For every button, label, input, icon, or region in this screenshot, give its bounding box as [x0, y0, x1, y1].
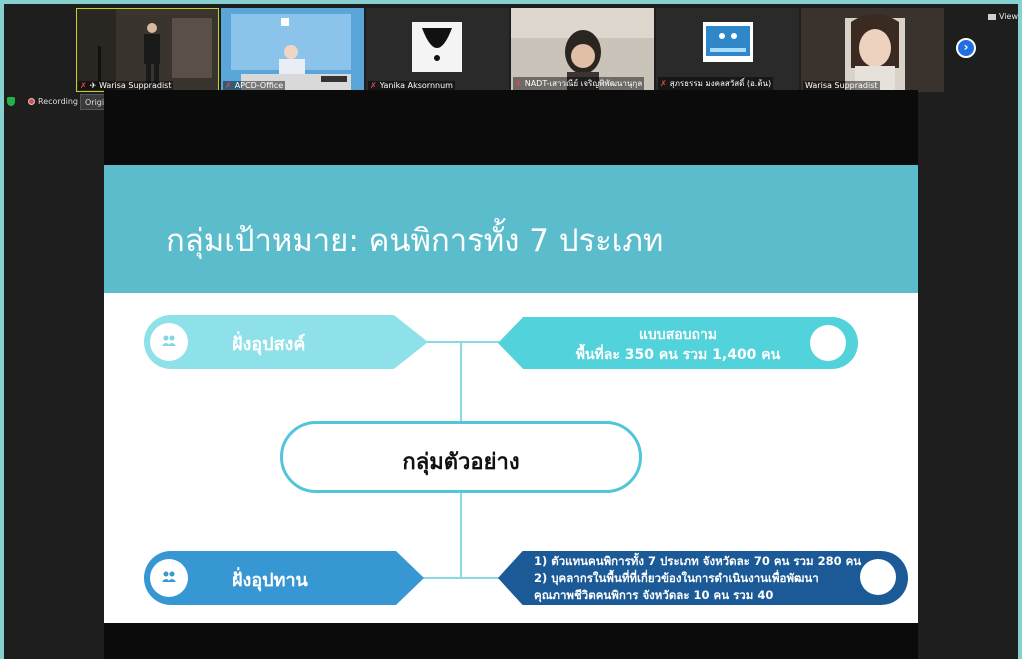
demand-info-line: พื้นที่ละ 350 คน รวม 1,400 คน: [575, 347, 781, 363]
connector-line: [460, 341, 462, 421]
participant-avatar: [366, 8, 509, 92]
participant-name: สุภรธรรม มงคลสวัสดิ์ (อ.ต้น): [669, 79, 772, 88]
video-tile[interactable]: ✗ APCD-Office: [221, 8, 364, 92]
supply-info-line: 1) ตัวแทนคนพิการทั้ง 7 ประเภท จังหวัดละ …: [534, 554, 862, 568]
participant-video: [801, 8, 944, 92]
people-icon: [162, 335, 176, 346]
circle-marker: [860, 559, 896, 595]
participant-name: APCD-Office: [234, 81, 284, 90]
participant-name: Warisa Suppradist: [805, 81, 878, 90]
sample-group-pill: กลุ่มตัวอย่าง: [280, 421, 642, 493]
sample-group-label: กลุ่มตัวอย่าง: [402, 450, 520, 475]
chevron-right-icon: ›: [963, 40, 969, 54]
demand-info-box: แบบสอบถาม พื้นที่ละ 350 คน รวม 1,400 คน: [498, 317, 858, 369]
grid-view-icon: [988, 13, 996, 20]
slide: กลุ่มเป้าหมาย: คนพิการทั้ง 7 ประเภท ฝั่ง…: [104, 165, 918, 623]
video-tile[interactable]: Warisa Suppradist: [801, 8, 944, 92]
participant-name: Warisa Suppradist: [98, 81, 172, 90]
recording-icon: [28, 98, 35, 105]
slide-title: กลุ่มเป้าหมาย: คนพิการทั้ง 7 ประเภท: [166, 223, 664, 259]
demand-ribbon: ฝั่งอุปสงค์: [144, 315, 428, 369]
supply-info-box: 1) ตัวแทนคนพิการทั้ง 7 ประเภท จังหวัดละ …: [498, 551, 908, 605]
view-label: View: [999, 12, 1018, 21]
zoom-window: ✗ ✈ Warisa Suppradist ✗ APCD-Office ✗ Yanik…: [4, 4, 1018, 659]
participant-name: NADT-เสาวณีย์ เจริญพิพัฒนานุกุล: [524, 79, 643, 88]
mic-muted-icon: ✗: [660, 79, 667, 88]
supply-info-line: คุณภาพชีวิตคนพิการ จังหวัดละ 10 คน รวม 4…: [534, 588, 774, 602]
participant-video: [76, 8, 219, 92]
supply-label: ฝั่งอุปทาน: [232, 570, 308, 591]
video-tile[interactable]: ✗ สุภรธรรม มงคลสวัสดิ์ (อ.ต้น): [656, 8, 799, 92]
shared-screen: กลุ่มเป้าหมาย: คนพิการทั้ง 7 ประเภท ฝั่ง…: [104, 90, 918, 659]
people-icon-circle: [150, 559, 188, 597]
mic-muted-icon: ✗: [80, 81, 87, 90]
mic-muted-icon: ✗: [370, 81, 377, 90]
mic-muted-icon: ✗: [515, 79, 522, 88]
participant-name: Yanika Aksornnum: [379, 81, 453, 90]
video-tile[interactable]: ✗ ✈ Warisa Suppradist: [76, 8, 219, 92]
next-page-button[interactable]: ›: [956, 38, 976, 58]
video-tile[interactable]: ✗ Yanika Aksornnum: [366, 8, 509, 92]
demand-info-line: แบบสอบถาม: [638, 327, 718, 343]
supply-info-line: 2) บุคลากรในพื้นที่ที่เกี่ยวข้องในการดำเ…: [534, 571, 819, 585]
security-shield-icon[interactable]: [7, 97, 15, 106]
view-button[interactable]: View: [988, 12, 1018, 21]
people-icon-circle: [150, 323, 188, 361]
title-band: กลุ่มเป้าหมาย: คนพิการทั้ง 7 ประเภท: [104, 165, 918, 293]
recording-label: Recording: [38, 97, 79, 106]
supply-ribbon: ฝั่งอุปทาน: [144, 551, 424, 605]
pin-icon: ✈: [89, 81, 99, 90]
mic-muted-icon: ✗: [225, 81, 232, 90]
participant-video: [221, 8, 364, 92]
connector-line: [460, 493, 462, 579]
circle-marker: [810, 325, 846, 361]
video-tile[interactable]: ✗ NADT-เสาวณีย์ เจริญพิพัฒนานุกุล: [511, 8, 654, 92]
people-icon: [162, 571, 176, 582]
demand-label: ฝั่งอุปสงค์: [232, 334, 306, 355]
